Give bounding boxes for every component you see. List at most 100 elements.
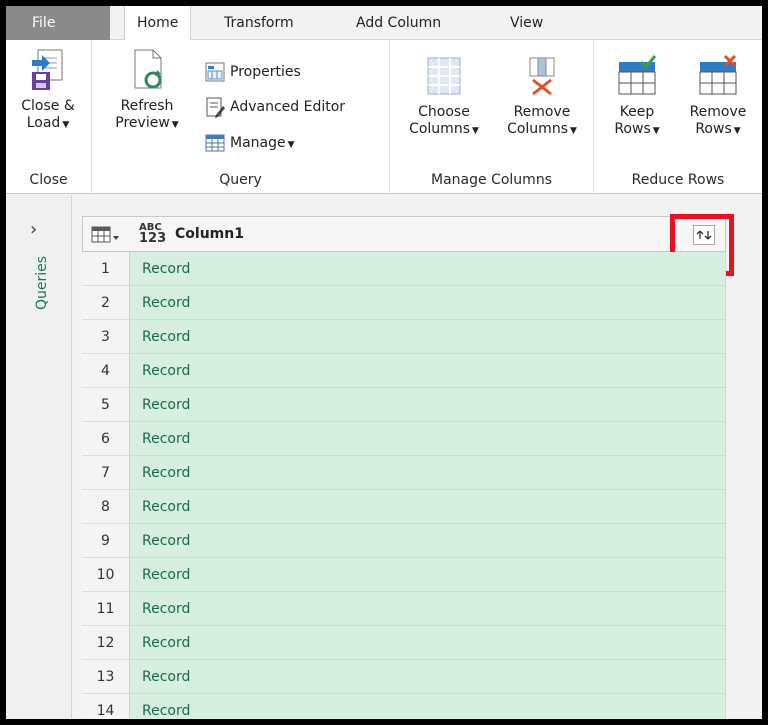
record-cell[interactable]: Record <box>130 252 726 286</box>
record-cell[interactable]: Record <box>130 354 726 388</box>
choose-columns-button[interactable]: Choose Columns ▼ <box>396 54 492 140</box>
row-number[interactable]: 7 <box>82 456 130 490</box>
table-row[interactable]: 5 Record <box>82 388 726 422</box>
tab-view[interactable]: View <box>498 6 555 40</box>
tab-transform[interactable]: Transform <box>212 6 306 40</box>
table-menu-icon[interactable] <box>91 225 121 245</box>
remove-rows-icon <box>699 54 737 95</box>
record-cell[interactable]: Record <box>130 660 726 694</box>
tab-home[interactable]: Home <box>124 6 192 41</box>
close-group: Close & Load ▼ Close <box>6 40 92 194</box>
row-number[interactable]: 5 <box>82 388 130 422</box>
table-row[interactable]: 1 Record <box>82 252 726 286</box>
table-row[interactable]: 2 Record <box>82 286 726 320</box>
queries-pane-label[interactable]: Queries <box>34 255 50 311</box>
reduce-rows-group-label: Reduce Rows <box>631 172 725 188</box>
choose-columns-label-1: Choose <box>418 104 470 120</box>
record-cell[interactable]: Record <box>130 320 726 354</box>
row-number[interactable]: 4 <box>82 354 130 388</box>
chevron-down-icon: ▼ <box>472 126 479 136</box>
remove-rows-button[interactable]: Remove Rows ▼ <box>678 54 758 140</box>
row-number[interactable]: 9 <box>82 524 130 558</box>
choose-columns-icon <box>427 57 461 95</box>
refresh-icon <box>134 49 162 89</box>
table-row[interactable]: 8 Record <box>82 490 726 524</box>
row-number[interactable]: 11 <box>82 592 130 626</box>
record-cell[interactable]: Record <box>130 456 726 490</box>
data-grid: ABC 123 Column1 1 Record 2 Record 3 Record 4 Re… <box>82 214 734 719</box>
tab-file[interactable]: File <box>6 6 110 40</box>
record-cell[interactable]: Record <box>130 490 726 524</box>
record-cell[interactable]: Record <box>130 286 726 320</box>
row-number[interactable]: 8 <box>82 490 130 524</box>
manage-label: Manage <box>230 135 286 151</box>
chevron-down-icon: ▼ <box>62 120 70 130</box>
table-row[interactable]: 3 Record <box>82 320 726 354</box>
chevron-down-icon: ▼ <box>171 120 179 130</box>
reduce-rows-group: Keep Rows ▼ Remove Rows ▼ Reduce Rows <box>594 40 762 194</box>
table-row[interactable]: 6 Record <box>82 422 726 456</box>
keep-rows-icon <box>618 55 657 95</box>
power-query-window: File Home Transform Add Column View Clos… <box>6 6 762 719</box>
refresh-label-2: Preview <box>115 115 170 131</box>
record-cell[interactable]: Record <box>130 388 726 422</box>
advanced-editor-icon <box>206 97 225 118</box>
table-row[interactable]: 7 Record <box>82 456 726 490</box>
tab-add-column[interactable]: Add Column <box>344 6 453 40</box>
choose-columns-label-2: Columns <box>409 121 470 137</box>
table-row[interactable]: 14 Record <box>82 694 726 719</box>
remove-columns-button[interactable]: Remove Columns ▼ <box>494 54 590 140</box>
advanced-editor-label: Advanced Editor <box>230 99 346 115</box>
table-row[interactable]: 13 Record <box>82 660 726 694</box>
row-number[interactable]: 12 <box>82 626 130 660</box>
refresh-preview-button[interactable]: Refresh Preview ▼ <box>106 48 188 134</box>
remove-columns-label-2: Columns <box>507 121 568 137</box>
keep-rows-button[interactable]: Keep Rows ▼ <box>600 54 674 140</box>
record-cell[interactable]: Record <box>130 694 726 719</box>
table-row[interactable]: 9 Record <box>82 524 726 558</box>
close-and-load-icon <box>32 49 63 90</box>
type-icon-text-bottom: 123 <box>139 231 167 246</box>
close-load-label-1: Close & <box>21 98 75 114</box>
query-group: Refresh Preview ▼ Properties Advanced Ed… <box>92 40 390 194</box>
column-header-row: ABC 123 Column1 <box>82 216 726 252</box>
row-number[interactable]: 14 <box>82 694 130 719</box>
chevron-down-icon: ▼ <box>733 126 741 136</box>
record-cell[interactable]: Record <box>130 592 726 626</box>
manage-button[interactable]: Manage ▼ <box>204 131 295 155</box>
remove-rows-label-2: Rows <box>695 121 732 137</box>
queries-pane: › Queries <box>6 195 72 719</box>
table-row[interactable]: 11 Record <box>82 592 726 626</box>
row-number[interactable]: 1 <box>82 252 130 286</box>
record-cell[interactable]: Record <box>130 626 726 660</box>
record-cell[interactable]: Record <box>130 524 726 558</box>
remove-columns-label-1: Remove <box>513 104 571 120</box>
row-number[interactable]: 6 <box>82 422 130 456</box>
manage-columns-group: Choose Columns ▼ Remove Columns ▼ Manage C… <box>390 40 594 194</box>
table-row[interactable]: 12 Record <box>82 626 726 660</box>
row-number[interactable]: 2 <box>82 286 130 320</box>
chevron-down-icon: ▼ <box>570 126 577 136</box>
ribbon-tab-bar: File Home Transform Add Column View <box>6 6 762 41</box>
row-number[interactable]: 3 <box>82 320 130 354</box>
chevron-down-icon: ▼ <box>287 140 295 150</box>
any-type-icon[interactable]: ABC 123 <box>139 222 167 246</box>
record-cell[interactable]: Record <box>130 558 726 592</box>
row-number[interactable]: 13 <box>82 660 130 694</box>
column-header-title[interactable]: Column1 <box>175 226 244 242</box>
refresh-label-1: Refresh <box>120 98 174 114</box>
close-load-label-2: Load <box>26 115 61 131</box>
table-row[interactable]: 10 Record <box>82 558 726 592</box>
close-and-load-button[interactable]: Close & Load ▼ <box>10 48 86 134</box>
properties-button[interactable]: Properties <box>204 60 301 84</box>
remove-columns-icon <box>529 57 555 96</box>
row-number[interactable]: 10 <box>82 558 130 592</box>
remove-rows-label-1: Remove <box>689 104 747 120</box>
table-row[interactable]: 4 Record <box>82 354 726 388</box>
properties-label: Properties <box>230 64 301 80</box>
record-cell[interactable]: Record <box>130 422 726 456</box>
close-group-label: Close <box>29 172 68 188</box>
advanced-editor-button[interactable]: Advanced Editor <box>204 95 345 119</box>
expand-queries-chevron-icon[interactable]: › <box>30 219 37 240</box>
keep-rows-label-2: Rows <box>614 121 651 137</box>
